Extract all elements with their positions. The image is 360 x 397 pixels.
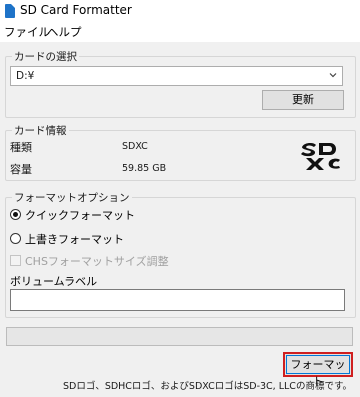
drive-select-value: D:¥ bbox=[16, 70, 35, 82]
menu-file[interactable]: ファイル bbox=[4, 24, 50, 40]
refresh-button[interactable]: 更新 bbox=[262, 90, 344, 110]
card-select-label: カードの選択 bbox=[12, 49, 79, 64]
card-type-label: 種類 bbox=[10, 141, 32, 154]
format-progress-bar bbox=[6, 327, 353, 346]
chs-size-adjust-checkbox[interactable] bbox=[10, 255, 21, 266]
card-type-value: SDXC bbox=[122, 141, 148, 152]
overwrite-format-label[interactable]: 上書きフォーマット bbox=[25, 231, 124, 247]
menu-bar: ファイル ヘルプ bbox=[0, 22, 360, 42]
drive-select[interactable]: D:¥ bbox=[10, 66, 343, 86]
sd-card-icon bbox=[5, 4, 15, 18]
sd-card-formatter-window: SD Card Formatter ファイル ヘルプ カードの選択 D:¥ 更新… bbox=[0, 0, 360, 397]
format-button[interactable]: フォーマット bbox=[283, 352, 353, 388]
quick-format-label[interactable]: クイックフォーマット bbox=[25, 207, 135, 223]
format-options-label: フォーマットオプション bbox=[12, 190, 132, 205]
card-capacity-label: 容量 bbox=[10, 163, 32, 176]
quick-format-radio[interactable] bbox=[10, 209, 21, 220]
sdxc-logo bbox=[301, 142, 340, 170]
card-info-label: カード情報 bbox=[12, 123, 69, 138]
title-bar: SD Card Formatter bbox=[0, 0, 360, 22]
chevron-down-icon bbox=[329, 73, 337, 78]
format-button-label: フォーマット bbox=[286, 355, 350, 388]
volume-label-input[interactable] bbox=[10, 289, 345, 311]
chs-size-adjust-label: CHSフォーマットサイズ調整 bbox=[25, 255, 169, 268]
window-title: SD Card Formatter bbox=[20, 3, 132, 17]
trademark-note: SDロゴ、SDHCロゴ、およびSDXCロゴはSD-3C, LLCの商標です。 bbox=[62, 381, 352, 392]
menu-help[interactable]: ヘルプ bbox=[47, 24, 82, 40]
volume-label-caption: ボリュームラベル bbox=[10, 275, 98, 288]
overwrite-format-radio[interactable] bbox=[10, 233, 21, 244]
card-capacity-value: 59.85 GB bbox=[122, 163, 167, 174]
